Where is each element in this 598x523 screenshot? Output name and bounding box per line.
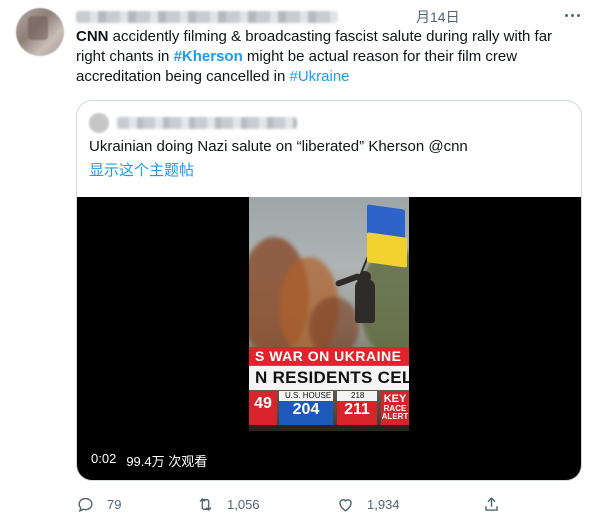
share-button[interactable] [482, 492, 501, 516]
reply-button[interactable]: 79 [76, 492, 121, 516]
key-line-3: ALERT [381, 412, 409, 421]
tally-house: U.S. HOUSE 204 [279, 391, 333, 425]
video-frame: S WAR ON UKRAINE N RESIDENTS CELEBR 49 U… [249, 197, 409, 431]
news-banner-main: N RESIDENTS CELEBR [249, 366, 409, 390]
like-icon [339, 498, 352, 512]
author-avatar[interactable] [16, 8, 64, 56]
retweet-button[interactable]: 1,056 [196, 492, 260, 516]
show-thread-link[interactable]: 显示这个主题帖 [89, 161, 194, 181]
tweet-actions: 79 1,056 1,934 [76, 492, 506, 516]
hashtag-kherson[interactable]: #Kherson [174, 48, 243, 65]
tally-red-label: 218 [337, 391, 377, 401]
tally-red-value: 211 [344, 401, 370, 418]
author-name-redacted[interactable] [76, 11, 338, 23]
quoted-tweet[interactable]: Ukrainian doing Nazi salute on “liberate… [76, 100, 582, 481]
news-banner-top: S WAR ON UKRAINE [249, 347, 409, 365]
share-icon [485, 496, 498, 511]
tally-blue-value: 204 [292, 401, 320, 418]
quoted-tweet-text: Ukrainian doing Nazi salute on “liberate… [89, 138, 468, 155]
reply-count: 79 [107, 496, 122, 512]
quoted-author-name-redacted[interactable] [117, 117, 297, 129]
key-race-alert: KEY RACE ALERT [381, 391, 409, 425]
person-figure [355, 279, 375, 323]
tweet-lead: CNN [76, 28, 109, 45]
retweet-icon [199, 497, 212, 511]
video-player[interactable]: S WAR ON UKRAINE N RESIDENTS CELEBR 49 U… [77, 197, 581, 480]
video-info: 0:02 99.4万 次观看 [91, 451, 207, 470]
video-views: 99.4万 次观看 [126, 454, 208, 469]
election-tally: 49 U.S. HOUSE 204 218 211 KEY RACE ALERT [249, 391, 409, 425]
tweet-date[interactable]: 月14日 [416, 8, 460, 26]
quoted-tweet-header [89, 113, 297, 133]
video-time: 0:02 [91, 451, 117, 466]
tally-left-value: 49 [249, 391, 277, 425]
tally-house-label: U.S. HOUSE [279, 391, 333, 401]
tally-red: 218 211 [337, 391, 377, 425]
tweet-text: CNN accidently filming & broadcasting fa… [76, 27, 576, 87]
like-button[interactable]: 1,934 [336, 492, 400, 516]
reply-icon [78, 497, 93, 512]
more-icon[interactable] [560, 6, 584, 24]
retweet-count: 1,056 [227, 496, 260, 512]
tweet-header: 月14日 [76, 8, 460, 26]
quoted-author-avatar[interactable] [89, 113, 109, 133]
hashtag-ukraine[interactable]: #Ukraine [289, 68, 349, 85]
like-count: 1,934 [367, 496, 400, 512]
